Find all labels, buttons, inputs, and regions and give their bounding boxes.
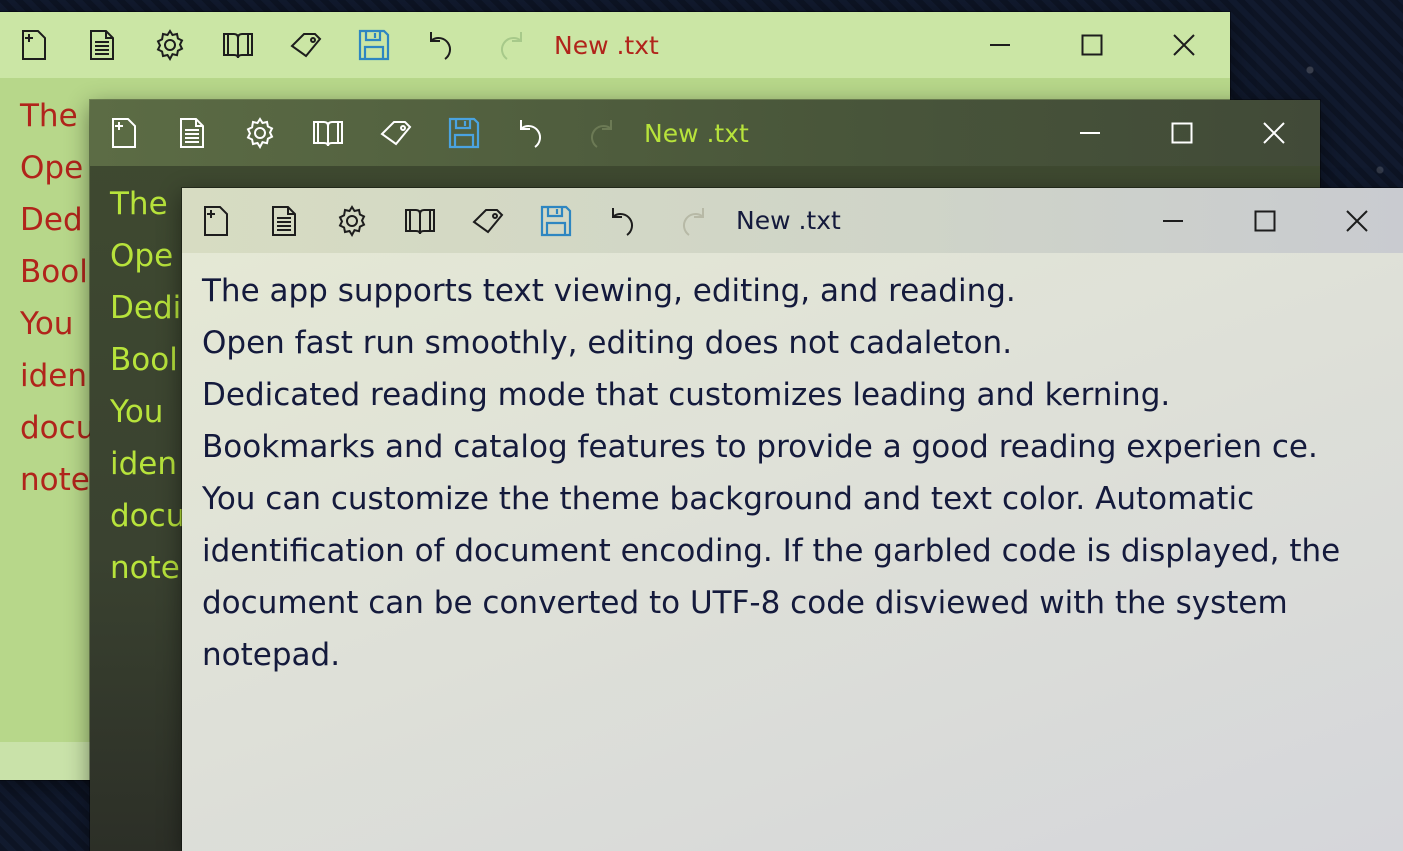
save-button[interactable] (340, 12, 408, 78)
save-button[interactable] (522, 188, 590, 253)
undo-button[interactable] (408, 12, 476, 78)
new-file-icon (112, 118, 136, 148)
new-file-button[interactable] (90, 100, 158, 166)
save-icon (540, 205, 572, 236)
text-line: The app supports text viewing, editing, … (202, 273, 1016, 309)
title-bar[interactable]: New .txt (90, 100, 1320, 166)
text-line: identification of document encoding. If … (202, 533, 1341, 569)
maximize-button[interactable] (1219, 188, 1311, 253)
reading-mode-button[interactable] (386, 188, 454, 253)
save-icon (358, 29, 390, 61)
title-bar[interactable]: New .txt (182, 188, 1403, 253)
text-line: Bookmarks and catalog features to provid… (202, 429, 1318, 465)
open-file-button[interactable] (68, 12, 136, 78)
redo-button[interactable] (658, 188, 726, 253)
close-icon (1173, 34, 1195, 56)
title-bar[interactable]: New .txt (0, 12, 1230, 78)
save-icon (448, 117, 480, 149)
text-line: Open fast run smoothly, editing does not… (202, 325, 1013, 361)
text-line: notepad. (202, 637, 341, 673)
window-title: New .txt (736, 206, 841, 235)
text-line: You can customize the theme background a… (202, 481, 1255, 517)
close-button[interactable] (1228, 100, 1320, 166)
minimize-icon (1080, 132, 1100, 134)
text-area[interactable]: The app supports text viewing, editing, … (182, 253, 1403, 851)
open-file-button[interactable] (250, 188, 318, 253)
gear-icon (246, 117, 274, 150)
new-file-button[interactable] (182, 188, 250, 253)
minimize-icon (1163, 219, 1183, 222)
bookmark-button[interactable] (454, 188, 522, 253)
document-icon (272, 205, 296, 236)
settings-button[interactable] (226, 100, 294, 166)
undo-icon (430, 32, 452, 60)
text-line: Dedicated reading mode that customizes l… (202, 377, 1171, 413)
new-file-button[interactable] (0, 12, 68, 78)
close-button[interactable] (1138, 12, 1230, 78)
bookmark-button[interactable] (272, 12, 340, 78)
undo-button[interactable] (590, 188, 658, 253)
close-icon (1263, 122, 1285, 144)
settings-button[interactable] (136, 12, 204, 78)
tag-icon (380, 121, 412, 146)
minimize-button[interactable] (1044, 100, 1136, 166)
tag-icon (472, 208, 504, 233)
gear-icon (338, 204, 366, 237)
maximize-icon (1081, 34, 1103, 56)
undo-icon (520, 120, 542, 148)
document-icon (90, 30, 114, 60)
reading-mode-button[interactable] (294, 100, 362, 166)
settings-button[interactable] (318, 188, 386, 253)
new-file-icon (22, 30, 46, 60)
save-button[interactable] (430, 100, 498, 166)
undo-button[interactable] (498, 100, 566, 166)
window-title: New .txt (644, 118, 749, 148)
minimize-icon (990, 44, 1010, 46)
close-button[interactable] (1311, 188, 1403, 253)
redo-icon (500, 32, 522, 60)
document-icon (180, 118, 204, 148)
book-icon (313, 121, 343, 147)
redo-icon (682, 207, 704, 236)
maximize-icon (1171, 122, 1193, 144)
window-title: New .txt (554, 30, 659, 60)
new-file-icon (204, 205, 228, 236)
bookmark-button[interactable] (362, 100, 430, 166)
redo-button[interactable] (566, 100, 634, 166)
minimize-button[interactable] (954, 12, 1046, 78)
maximize-button[interactable] (1136, 100, 1228, 166)
redo-button[interactable] (476, 12, 544, 78)
editor-window-front[interactable]: New .txt The app supports text viewing, … (182, 188, 1403, 851)
gear-icon (156, 29, 184, 62)
maximize-icon (1254, 210, 1276, 231)
text-line: document can be converted to UTF-8 code … (202, 585, 1288, 621)
undo-icon (612, 207, 634, 236)
close-icon (1346, 209, 1368, 232)
book-icon (223, 33, 253, 59)
redo-icon (590, 120, 612, 148)
reading-mode-button[interactable] (204, 12, 272, 78)
book-icon (405, 208, 435, 234)
minimize-button[interactable] (1127, 188, 1219, 253)
open-file-button[interactable] (158, 100, 226, 166)
maximize-button[interactable] (1046, 12, 1138, 78)
tag-icon (290, 33, 322, 58)
